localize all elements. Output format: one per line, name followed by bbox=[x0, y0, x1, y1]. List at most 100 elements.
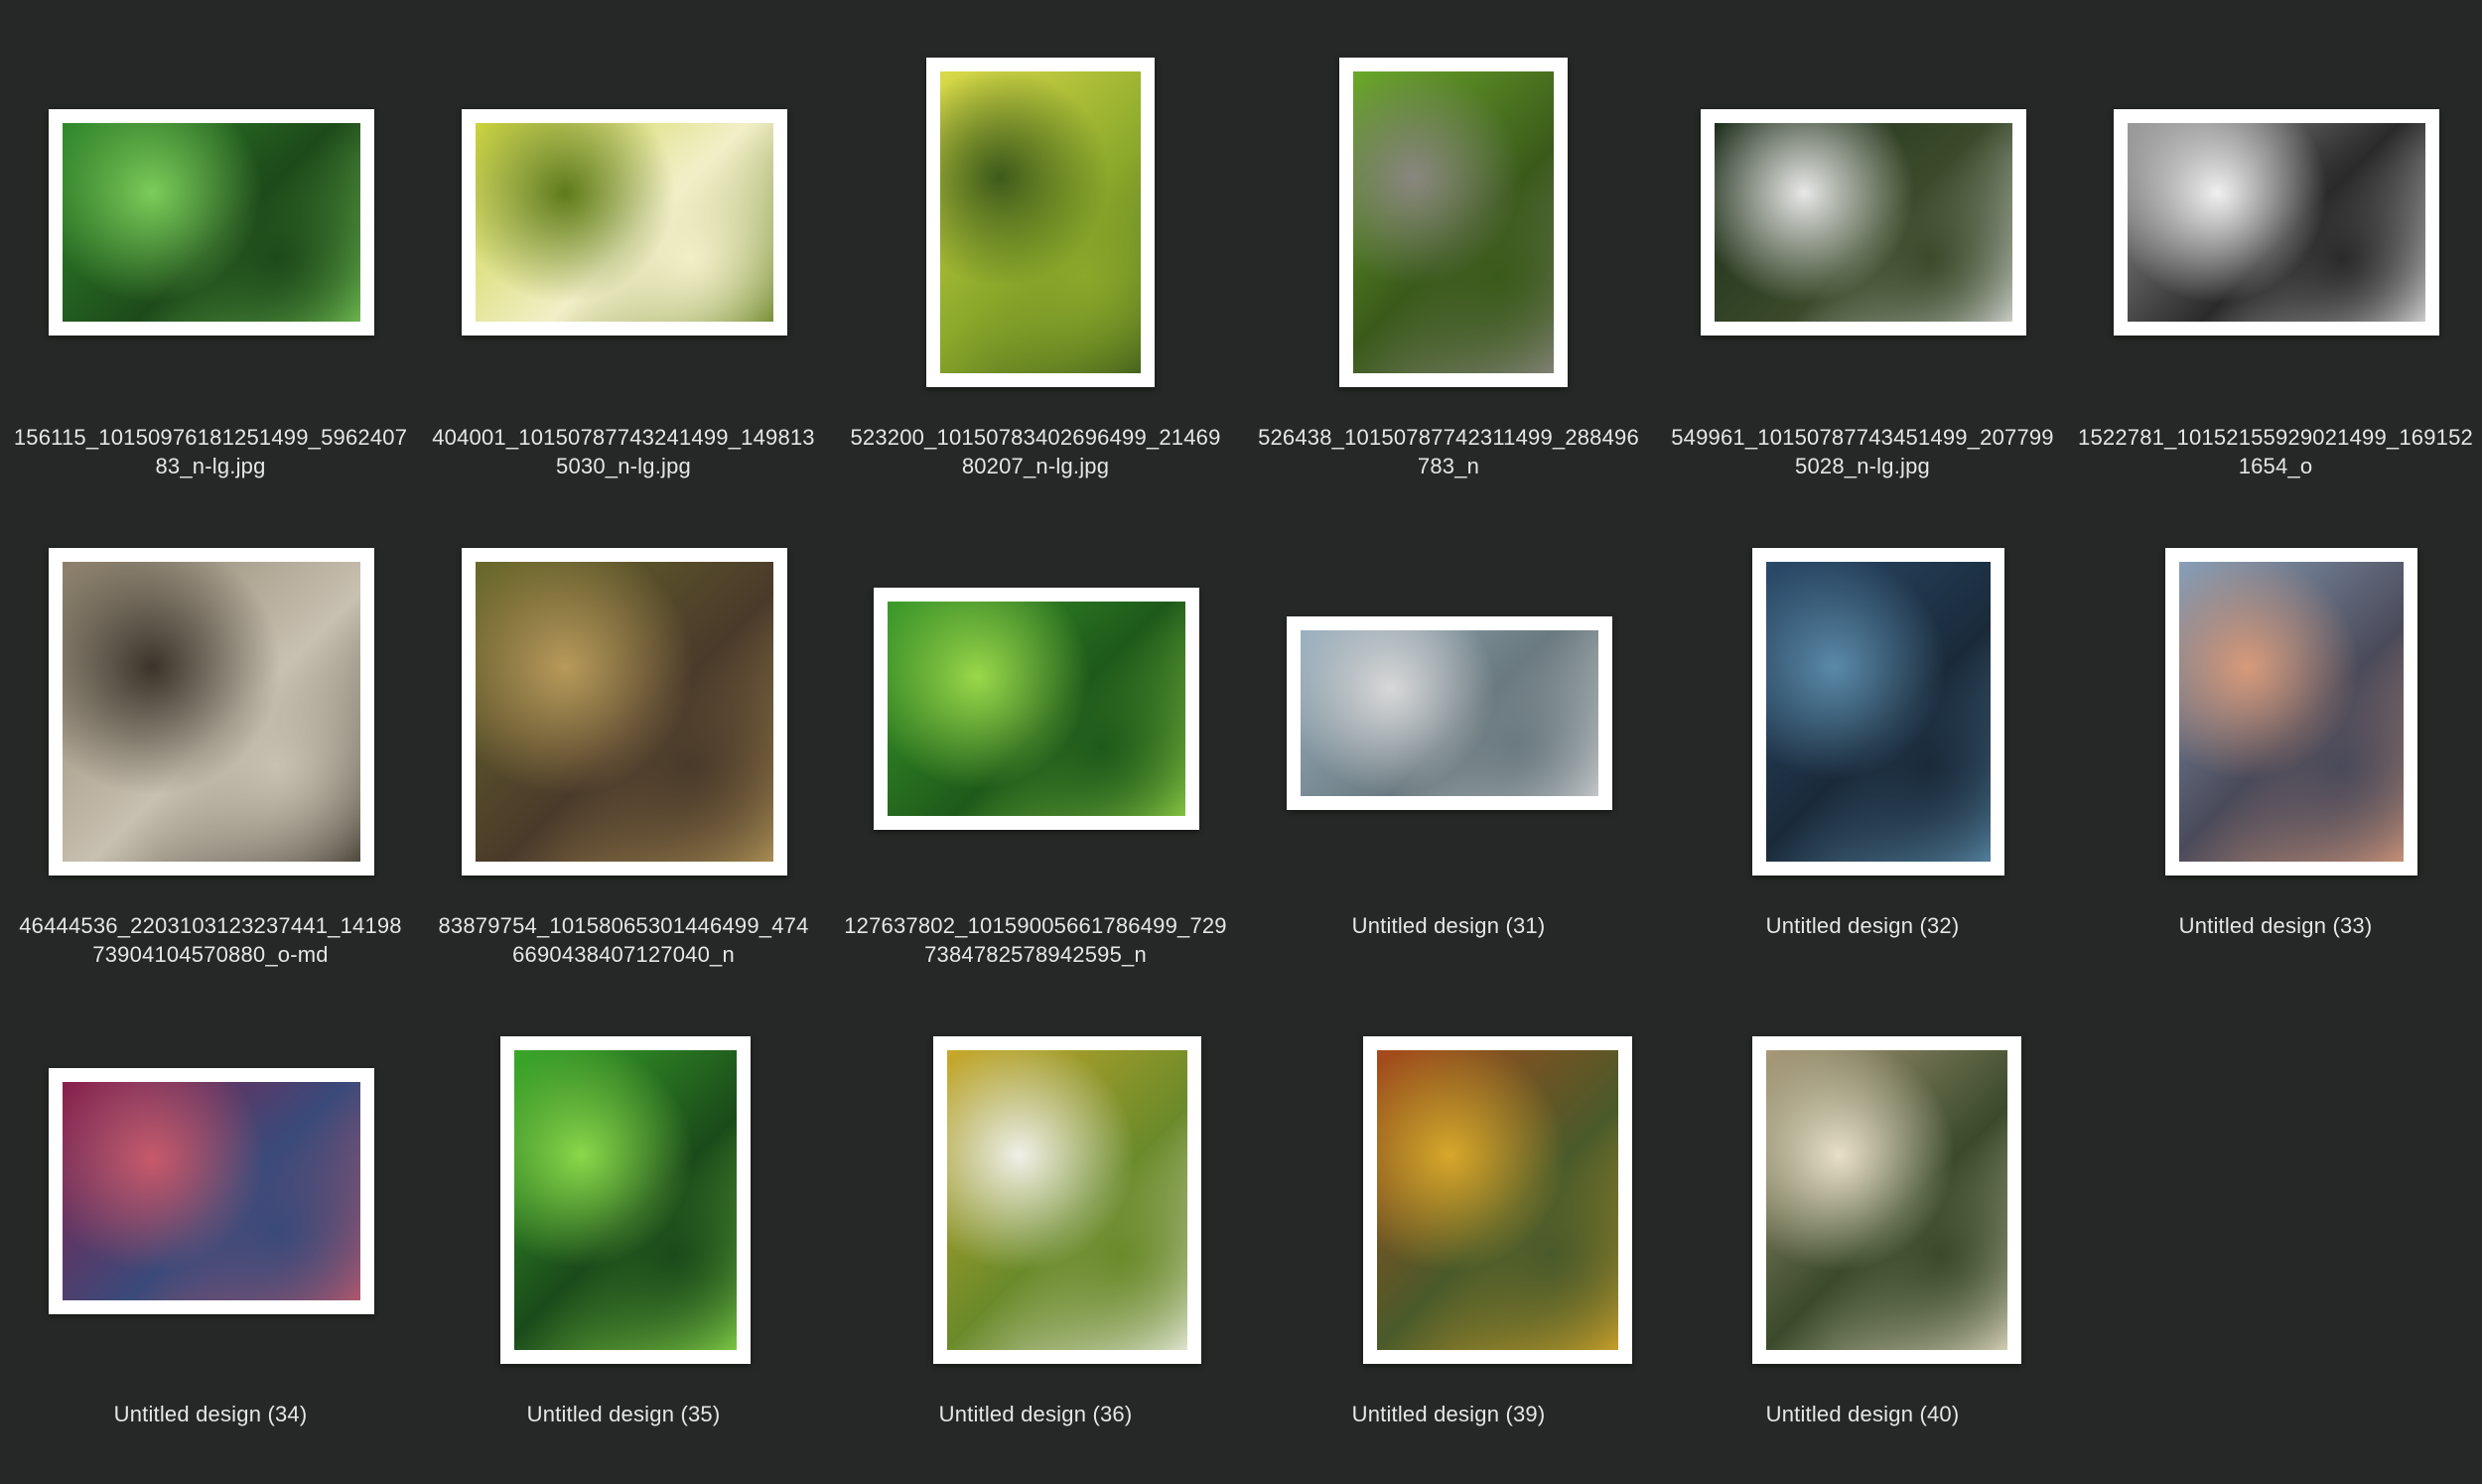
thumbnail-area[interactable] bbox=[417, 0, 830, 357]
file-name-label: 1522781_10152155929021499_169152 1654_o bbox=[2073, 423, 2478, 480]
file-item[interactable]: Untitled design (36) bbox=[829, 977, 1242, 1463]
thumbnail-frame[interactable] bbox=[500, 1036, 751, 1364]
thumbnail-area[interactable] bbox=[2069, 488, 2482, 876]
file-name-line-1: 549961_10150787743451499_207799 bbox=[1671, 425, 2054, 450]
file-item[interactable]: Untitled design (39) bbox=[1242, 977, 1655, 1463]
file-item[interactable]: 83879754_10158065301446499_474 6690438407… bbox=[417, 488, 830, 975]
thumbnail-area[interactable] bbox=[4, 0, 417, 357]
thumbnail-area[interactable] bbox=[417, 977, 830, 1364]
autumn-forest-aerial-sunset-image bbox=[1377, 1050, 1618, 1350]
thumbnail-frame[interactable] bbox=[1339, 58, 1568, 387]
file-item[interactable]: 549961_10150787743451499_207799 5028_n-lg… bbox=[1656, 0, 2069, 486]
file-name-line-1: 127637802_10159005661786499_729 bbox=[844, 913, 1227, 938]
thumbnail-area[interactable] bbox=[829, 0, 1242, 387]
file-item[interactable]: 127637802_10159005661786499_729 738478257… bbox=[829, 488, 1242, 975]
thumbnail-area[interactable] bbox=[4, 488, 417, 876]
file-name-line-1: 526438_10150787742311499_288496 bbox=[1258, 425, 1639, 450]
frost-on-branches-bw-image bbox=[2128, 123, 2425, 322]
thumbnail-area[interactable] bbox=[1656, 0, 2069, 357]
file-item[interactable]: Untitled design (33) bbox=[2069, 488, 2482, 975]
thumbnail-frame[interactable] bbox=[1752, 1036, 2021, 1364]
file-name-label: 156115_10150976181251499_5962407 83_n-lg.… bbox=[8, 423, 413, 480]
thumbnail-frame[interactable] bbox=[2165, 548, 2417, 876]
file-item[interactable]: 46444536_2203103123237441_14198 739041045… bbox=[4, 488, 417, 975]
thumbnail-frame[interactable] bbox=[49, 109, 374, 336]
file-name-label: Untitled design (36) bbox=[833, 1400, 1238, 1428]
file-name-line-1: 404001_10150787743241499_149813 bbox=[432, 425, 815, 450]
thumbnail-frame[interactable] bbox=[49, 1068, 374, 1314]
file-name-label: 523200_10150783402696499_21469 80207_n-lg… bbox=[833, 423, 1238, 480]
file-name-line-1: Untitled design (34) bbox=[113, 1402, 308, 1426]
thumbnail-frame[interactable] bbox=[1363, 1036, 1632, 1364]
thumbnail-area[interactable] bbox=[1242, 488, 1655, 846]
file-name-line-1: Untitled design (32) bbox=[1765, 913, 1960, 938]
file-name-line-1: Untitled design (39) bbox=[1351, 1402, 1546, 1426]
thumbnail-frame[interactable] bbox=[49, 548, 374, 876]
thumbnail-area[interactable] bbox=[829, 488, 1242, 846]
file-item[interactable]: Untitled design (32) bbox=[1656, 488, 2069, 975]
lily-pads-with-water-drops-image bbox=[63, 123, 360, 322]
file-name-line-1: 523200_10150783402696499_21469 bbox=[850, 425, 1221, 450]
file-item[interactable]: 1522781_10152155929021499_169152 1654_o bbox=[2069, 0, 2482, 486]
file-name-line-1: 46444536_2203103123237441_14198 bbox=[19, 913, 402, 938]
file-name-line-1: 156115_10150976181251499_5962407 bbox=[13, 425, 408, 450]
tree-bark-texture-image bbox=[63, 562, 360, 862]
file-item[interactable]: 526438_10150787742311499_288496 783_n bbox=[1242, 0, 1655, 486]
file-name-line-2: 1654_o bbox=[2238, 454, 2313, 478]
file-name-line-1: Untitled design (33) bbox=[2178, 913, 2373, 938]
file-item[interactable]: Untitled design (34) bbox=[4, 977, 417, 1463]
file-name-label: 404001_10150787743241499_149813 5030_n-lg… bbox=[421, 423, 826, 480]
thumbnail-frame[interactable] bbox=[2114, 109, 2439, 336]
hydrangea-flowers-image bbox=[63, 1082, 360, 1300]
file-name-line-2: 5028_n-lg.jpg bbox=[1795, 454, 1930, 478]
sunset-clouds-image bbox=[2179, 562, 2404, 862]
round-green-leaves-image bbox=[514, 1050, 737, 1350]
thumbnail-area[interactable] bbox=[1242, 0, 1655, 387]
file-item[interactable]: 156115_10150976181251499_5962407 83_n-lg.… bbox=[4, 0, 417, 486]
thumbnail-area[interactable] bbox=[1242, 977, 1655, 1364]
file-name-label: 83879754_10158065301446499_474 6690438407… bbox=[421, 911, 826, 969]
thumbnail-frame[interactable] bbox=[462, 109, 787, 336]
mossy-forest-floor-image bbox=[476, 562, 773, 862]
file-name-line-1: 83879754_10158065301446499_474 bbox=[438, 913, 809, 938]
file-item[interactable]: 404001_10150787743241499_149813 5030_n-lg… bbox=[417, 0, 830, 486]
file-name-line-1: Untitled design (35) bbox=[526, 1402, 721, 1426]
thumbnail-frame[interactable] bbox=[1287, 616, 1612, 810]
file-name-line-1: Untitled design (36) bbox=[938, 1402, 1133, 1426]
thumbnail-area[interactable] bbox=[829, 977, 1242, 1364]
backlit-yellow-leaf-image bbox=[940, 71, 1141, 373]
file-name-line-2: 73904104570880_o-md bbox=[92, 942, 329, 967]
thumbnail-frame[interactable] bbox=[874, 588, 1199, 830]
yellow-green-leaves-canopy-image bbox=[476, 123, 773, 322]
thumbnail-frame[interactable] bbox=[462, 548, 787, 876]
file-name-label: Untitled design (35) bbox=[421, 1400, 826, 1428]
file-name-line-2: 7384782578942595_n bbox=[924, 942, 1147, 967]
file-item[interactable]: 523200_10150783402696499_21469 80207_n-lg… bbox=[829, 0, 1242, 486]
file-item[interactable]: Untitled design (31) bbox=[1242, 488, 1655, 975]
fog-over-landscape-image bbox=[1301, 630, 1598, 796]
thumbnail-frame[interactable] bbox=[926, 58, 1155, 387]
file-name-label: Untitled design (34) bbox=[8, 1400, 413, 1428]
dandelion-seed-head-image bbox=[1715, 123, 2012, 322]
thumbnail-area[interactable] bbox=[2069, 0, 2482, 357]
grass-plumes-image bbox=[1766, 1050, 2007, 1350]
thumbnail-area[interactable] bbox=[1656, 977, 2069, 1364]
thumbnail-area[interactable] bbox=[1656, 488, 2069, 876]
thumbnail-area[interactable] bbox=[4, 977, 417, 1334]
file-name-label: 549961_10150787743451499_207799 5028_n-lg… bbox=[1660, 423, 2065, 480]
file-name-line-2: 5030_n-lg.jpg bbox=[556, 454, 691, 478]
white-dogwood-blossoms-image bbox=[947, 1050, 1187, 1350]
moss-on-paving-stones-image bbox=[1353, 71, 1554, 373]
file-name-line-1: 1522781_10152155929021499_169152 bbox=[2078, 425, 2473, 450]
file-name-line-2: 783_n bbox=[1417, 454, 1480, 478]
thumbnail-frame[interactable] bbox=[933, 1036, 1201, 1364]
thumbnail-frame[interactable] bbox=[1701, 109, 2026, 336]
file-name-label: 526438_10150787742311499_288496 783_n bbox=[1246, 423, 1651, 480]
thumbnail-area[interactable] bbox=[417, 488, 830, 876]
green-leaf-veins-macro-image bbox=[888, 602, 1185, 816]
file-name-line-2: 80207_n-lg.jpg bbox=[961, 454, 1110, 478]
file-item[interactable]: Untitled design (35) bbox=[417, 977, 830, 1463]
file-name-line-2: 6690438407127040_n bbox=[512, 942, 735, 967]
file-item[interactable]: Untitled design (40) bbox=[1656, 977, 2069, 1463]
thumbnail-frame[interactable] bbox=[1752, 548, 2004, 876]
